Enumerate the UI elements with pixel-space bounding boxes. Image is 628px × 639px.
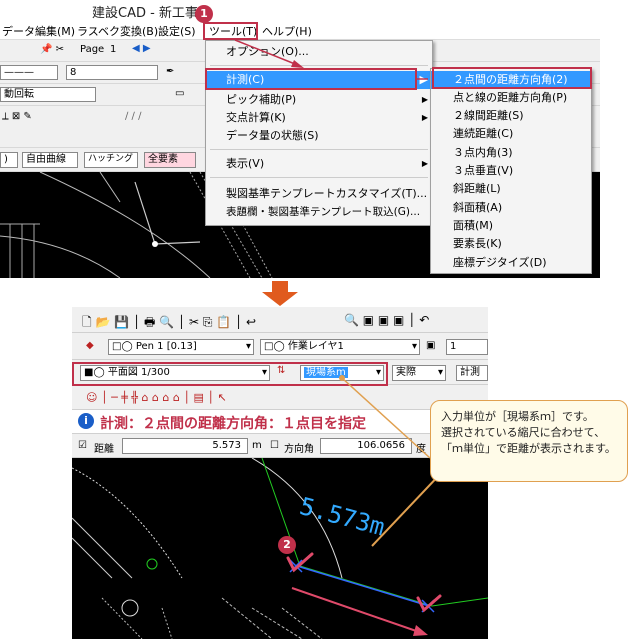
- callout-box: 入力単位が［現場系ｍ］です。 選択されている縮尺に合わせて、 「ｍ単位」で距離が…: [430, 400, 628, 482]
- callout-line-3: 「ｍ単位」で距離が表示されます。: [441, 442, 616, 455]
- callout-line-1: 入力単位が［現場系ｍ］です。: [441, 410, 594, 423]
- callout-line-2: 選択されている縮尺に合わせて、: [441, 426, 606, 439]
- callout-pointer: [339, 375, 445, 547]
